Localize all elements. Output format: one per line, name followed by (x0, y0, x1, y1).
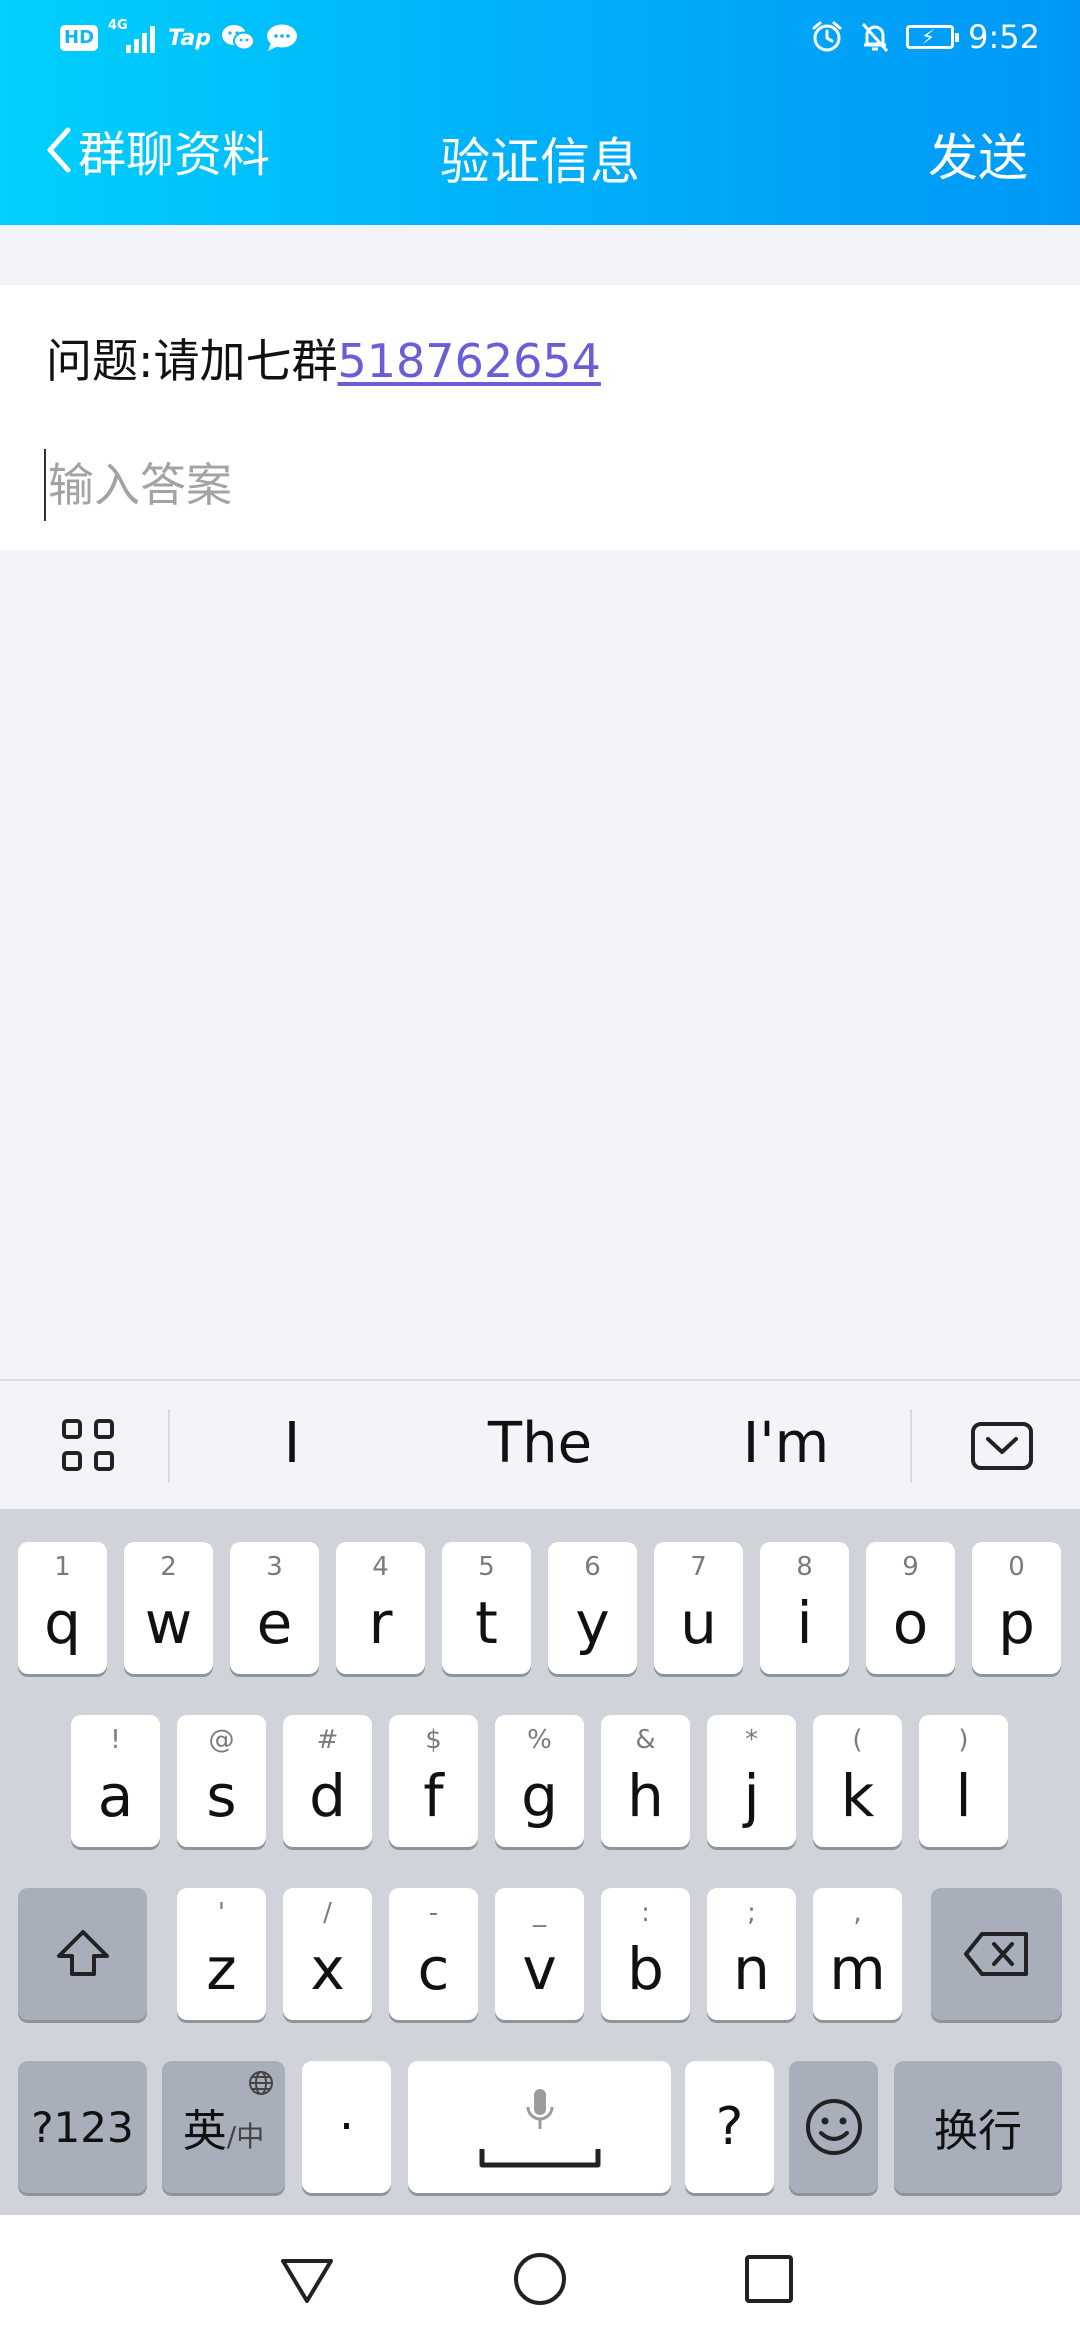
key-q[interactable]: 1q (18, 1542, 107, 1674)
key-e[interactable]: 3e (230, 1542, 319, 1674)
key-h[interactable]: & h (601, 1715, 690, 1847)
question-mark-key[interactable]: ? (685, 2061, 774, 2193)
backspace-icon (963, 1932, 1028, 1976)
status-left-group: HD 4G Tap (60, 18, 299, 58)
key-t[interactable]: 5t (442, 1542, 531, 1674)
key-d[interactable]: # d (283, 1715, 372, 1847)
back-triangle-icon[interactable] (275, 2247, 339, 2311)
suggestion-word[interactable]: I'm (676, 1411, 896, 1476)
key-f[interactable]: $ f (389, 1715, 478, 1847)
page-title: 验证信息 (440, 133, 640, 191)
dot-key[interactable]: · (302, 2061, 391, 2193)
home-circle-icon[interactable] (508, 2247, 572, 2311)
suggestion-word[interactable]: The (430, 1411, 650, 1476)
network-type: 4G (108, 18, 128, 33)
battery-charging-icon: ⚡ (906, 25, 960, 49)
keyboard-menu-grid-icon[interactable] (62, 1419, 118, 1475)
suggestion-word[interactable]: I (182, 1411, 402, 1476)
status-bar: HD 4G Tap ⚡ 9:52 (0, 0, 1080, 74)
shift-key[interactable] (18, 1888, 147, 2020)
key-u[interactable]: 7u (654, 1542, 743, 1674)
key-s[interactable]: @ s (177, 1715, 266, 1847)
key-p[interactable]: 0p (972, 1542, 1061, 1674)
hd-badge: HD (60, 25, 99, 51)
key-n[interactable]: ; n (707, 1888, 796, 2020)
divider (168, 1409, 170, 1483)
answer-input[interactable] (44, 449, 1038, 521)
key-b[interactable]: :b (601, 1888, 690, 2020)
send-button[interactable]: 发送 (928, 118, 1028, 190)
lang-sub-label: /中 (226, 2120, 265, 2153)
microphone-icon (526, 2089, 554, 2129)
symbols-key[interactable]: ?123 (18, 2061, 147, 2193)
taptap-notification-icon: Tap (168, 25, 212, 51)
question-prefix: 问题:请加七群 (46, 334, 338, 388)
key-i[interactable]: 8i (760, 1542, 849, 1674)
backspace-key[interactable] (931, 1888, 1062, 2020)
app-header: HD 4G Tap ⚡ 9:52 群聊资料 验证信息 发送 (0, 0, 1080, 225)
key-a[interactable]: ! a (71, 1715, 160, 1847)
language-switch-key[interactable]: 英/中 (162, 2061, 285, 2193)
key-m[interactable]: ,m (813, 1888, 902, 2020)
answer-row (0, 417, 1080, 550)
group-number-link[interactable]: 518762654 (338, 334, 601, 388)
key-v[interactable]: _ v (495, 1888, 584, 2020)
status-right-group: ⚡ 9:52 (810, 14, 1040, 60)
system-navigation-bar (0, 2215, 1080, 2340)
recent-apps-square-icon[interactable] (737, 2247, 801, 2311)
emoji-key[interactable] (789, 2061, 878, 2193)
hide-keyboard-icon[interactable] (970, 1421, 1034, 1471)
key-k[interactable]: (k (813, 1715, 902, 1847)
key-c[interactable]: -c (389, 1888, 478, 2020)
key-j[interactable]: * j (707, 1715, 796, 1847)
wechat-icon (222, 25, 256, 51)
space-key[interactable] (408, 2061, 671, 2193)
key-x[interactable]: / x (283, 1888, 372, 2020)
keyboard-suggestion-bar: I The I'm (0, 1379, 1080, 1509)
space-bar-icon (479, 2149, 601, 2168)
divider (910, 1409, 912, 1483)
key-y[interactable]: 6y (548, 1542, 637, 1674)
smiley-face-icon (805, 2099, 862, 2155)
enter-key[interactable]: 换行 (894, 2061, 1062, 2193)
key-o[interactable]: 9o (866, 1542, 955, 1674)
key-l[interactable]: ) l (919, 1715, 1008, 1847)
mute-bell-icon (862, 23, 889, 52)
key-z[interactable]: ' z (177, 1888, 266, 2020)
question-row: 问题:请加七群518762654 (0, 285, 1080, 417)
nav-bar: 群聊资料 验证信息 发送 (0, 100, 1080, 200)
question-text: 问题:请加七群518762654 (46, 325, 601, 391)
status-time: 9:52 (968, 18, 1040, 56)
key-r[interactable]: 4r (336, 1542, 425, 1674)
lang-main-label: 英 (182, 2106, 227, 2157)
alarm-clock-icon (812, 21, 842, 52)
soft-keyboard: 1q 2w 3e 4r 5t 6y 7u 8i 9o 0p ! a @ s # d $… (0, 1509, 1080, 2215)
key-g[interactable]: % g (495, 1715, 584, 1847)
shift-icon (56, 1930, 109, 1976)
cellular-signal-icon: 4G (108, 18, 158, 55)
key-w[interactable]: 2w (124, 1542, 213, 1674)
message-bubble-icon (267, 24, 298, 51)
